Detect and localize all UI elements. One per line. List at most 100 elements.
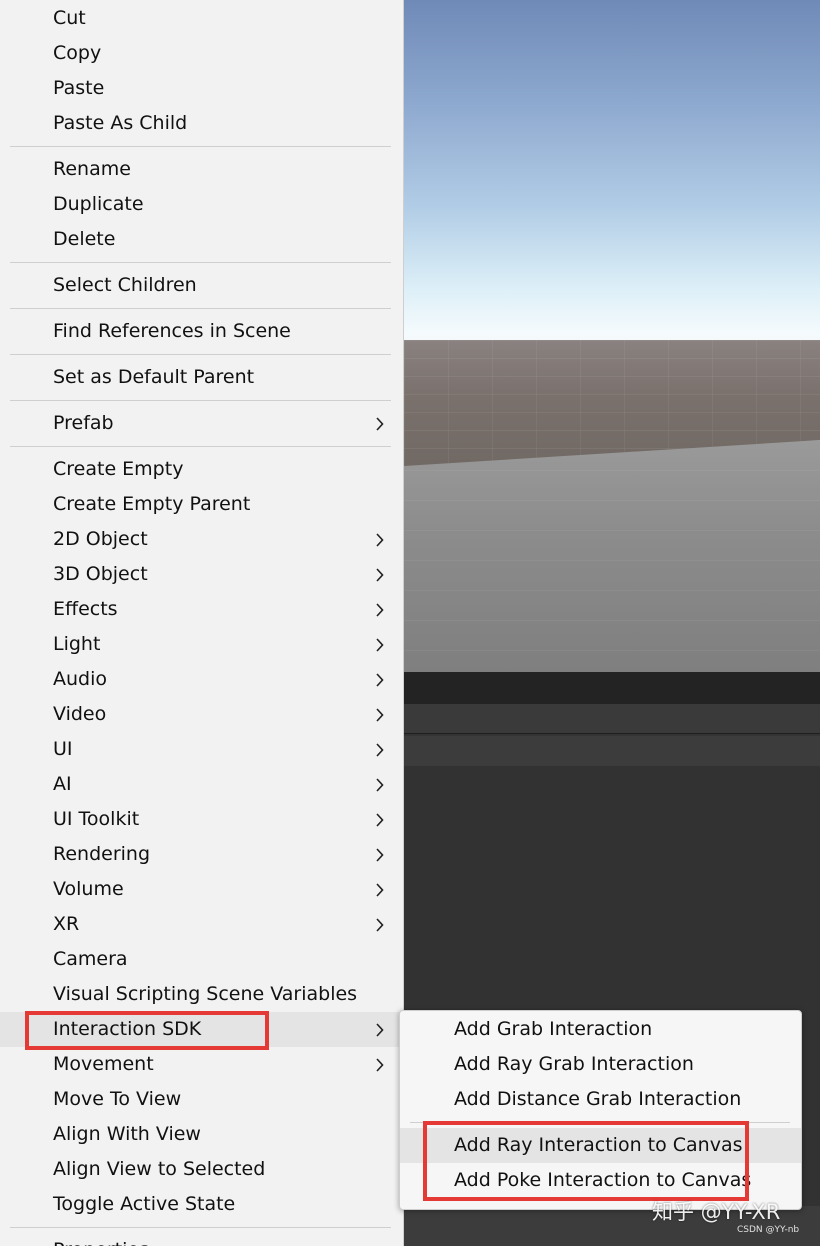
menu-item-light[interactable]: Light [0, 627, 404, 662]
menu-item-label: Select Children [53, 274, 197, 296]
chevron-right-icon [372, 907, 386, 942]
menu-item-label: Add Distance Grab Interaction [454, 1088, 742, 1110]
chevron-right-icon [372, 837, 386, 872]
menu-item-label: Add Poke Interaction to Canvas [454, 1169, 752, 1191]
menu-item-properties[interactable]: Properties... [0, 1233, 404, 1246]
menu-item-toggle-active-state[interactable]: Toggle Active State [0, 1187, 404, 1222]
chevron-right-icon [372, 557, 386, 592]
chevron-right-icon [372, 662, 386, 697]
menu-item-add-distance-grab-interaction[interactable]: Add Distance Grab Interaction [400, 1082, 801, 1117]
menu-item-effects[interactable]: Effects [0, 592, 404, 627]
menu-item-copy[interactable]: Copy [0, 36, 404, 71]
menu-item-create-empty-parent[interactable]: Create Empty Parent [0, 487, 404, 522]
menu-item-audio[interactable]: Audio [0, 662, 404, 697]
menu-item-ui[interactable]: UI [0, 732, 404, 767]
menu-item-2d-object[interactable]: 2D Object [0, 522, 404, 557]
menu-item-label: Add Ray Interaction to Canvas [454, 1134, 743, 1156]
menu-item-label: Align View to Selected [53, 1158, 266, 1180]
menu-item-volume[interactable]: Volume [0, 872, 404, 907]
panel-tab-bar[interactable] [404, 704, 820, 734]
menu-item-label: Add Ray Grab Interaction [454, 1053, 694, 1075]
menu-item-label: 2D Object [53, 528, 148, 550]
menu-item-add-ray-interaction-to-canvas[interactable]: Add Ray Interaction to Canvas [400, 1128, 801, 1163]
menu-item-video[interactable]: Video [0, 697, 404, 732]
interaction-sdk-submenu: Add Grab Interaction Add Ray Grab Interac… [399, 1010, 802, 1210]
menu-item-paste-as-child[interactable]: Paste As Child [0, 106, 404, 141]
watermark: 知乎 @YY-XR [652, 1200, 781, 1224]
menu-separator [10, 146, 391, 147]
menu-item-label: Create Empty Parent [53, 493, 251, 515]
chevron-right-icon [372, 767, 386, 802]
menu-separator [10, 354, 391, 355]
menu-item-prefab[interactable]: Prefab [0, 406, 404, 441]
menu-item-duplicate[interactable]: Duplicate [0, 187, 404, 222]
menu-item-label: Interaction SDK [53, 1018, 202, 1040]
menu-item-add-poke-interaction-to-canvas[interactable]: Add Poke Interaction to Canvas [400, 1163, 801, 1198]
menu-item-label: Paste [53, 77, 105, 99]
menu-item-label: Audio [53, 668, 108, 690]
menu-item-visual-scripting-scene-variables[interactable]: Visual Scripting Scene Variables [0, 977, 404, 1012]
chevron-right-icon [372, 732, 386, 767]
menu-separator [10, 400, 391, 401]
context-menu: Cut Copy Paste Paste As Child Rename Duplicat… [0, 0, 404, 1246]
chevron-right-icon [372, 592, 386, 627]
menu-item-label: Create Empty [53, 458, 184, 480]
menu-item-create-empty[interactable]: Create Empty [0, 452, 404, 487]
menu-item-label: Movement [53, 1053, 154, 1075]
watermark-small: CSDN @YY-nb [737, 1225, 800, 1235]
menu-item-rename[interactable]: Rename [0, 152, 404, 187]
chevron-right-icon [372, 522, 386, 557]
menu-item-set-as-default-parent[interactable]: Set as Default Parent [0, 360, 404, 395]
menu-item-movement[interactable]: Movement [0, 1047, 404, 1082]
menu-item-ui-toolkit[interactable]: UI Toolkit [0, 802, 404, 837]
menu-item-label: 3D Object [53, 563, 148, 585]
panel-divider [404, 672, 820, 704]
menu-item-label: Set as Default Parent [53, 366, 255, 388]
menu-item-label: Properties... [53, 1233, 167, 1246]
menu-item-label: UI [53, 738, 73, 760]
menu-item-label: Light [53, 633, 101, 655]
chevron-right-icon [372, 697, 386, 732]
menu-item-interaction-sdk[interactable]: Interaction SDK [0, 1012, 404, 1047]
chevron-right-icon [372, 1047, 386, 1082]
menu-item-label: Cut [53, 7, 86, 29]
menu-item-3d-object[interactable]: 3D Object [0, 557, 404, 592]
menu-separator [10, 1227, 391, 1228]
menu-item-label: Rendering [53, 843, 151, 865]
menu-item-add-grab-interaction[interactable]: Add Grab Interaction [400, 1012, 801, 1047]
menu-item-label: Toggle Active State [53, 1193, 236, 1215]
menu-item-add-ray-grab-interaction[interactable]: Add Ray Grab Interaction [400, 1047, 801, 1082]
menu-separator [10, 446, 391, 447]
menu-item-cut[interactable]: Cut [0, 1, 404, 36]
menu-item-camera[interactable]: Camera [0, 942, 404, 977]
menu-item-paste[interactable]: Paste [0, 71, 404, 106]
menu-item-xr[interactable]: XR [0, 907, 404, 942]
menu-item-label: Delete [53, 228, 116, 250]
menu-separator [410, 1122, 790, 1123]
menu-item-label: Volume [53, 878, 124, 900]
menu-item-align-with-view[interactable]: Align With View [0, 1117, 404, 1152]
menu-item-label: Add Grab Interaction [454, 1018, 653, 1040]
panel-toolbar[interactable] [404, 736, 820, 766]
menu-item-label: Copy [53, 42, 102, 64]
menu-item-move-to-view[interactable]: Move To View [0, 1082, 404, 1117]
menu-item-select-children[interactable]: Select Children [0, 268, 404, 303]
chevron-right-icon [372, 1012, 386, 1047]
chevron-right-icon [372, 406, 386, 441]
menu-item-label: Rename [53, 158, 131, 180]
menu-item-find-references-in-scene[interactable]: Find References in Scene [0, 314, 404, 349]
menu-item-label: UI Toolkit [53, 808, 140, 830]
menu-item-ai[interactable]: AI [0, 767, 404, 802]
chevron-right-icon [372, 627, 386, 662]
menu-item-label: Find References in Scene [53, 320, 291, 342]
menu-item-label: Video [53, 703, 107, 725]
menu-item-align-view-to-selected[interactable]: Align View to Selected [0, 1152, 404, 1187]
menu-item-rendering[interactable]: Rendering [0, 837, 404, 872]
menu-item-label: Camera [53, 948, 128, 970]
menu-item-delete[interactable]: Delete [0, 222, 404, 257]
scene-plane-grid [404, 440, 820, 672]
scene-skybox [404, 0, 820, 348]
menu-item-label: Paste As Child [53, 112, 188, 134]
menu-item-label: Duplicate [53, 193, 144, 215]
menu-item-label: Align With View [53, 1123, 201, 1145]
